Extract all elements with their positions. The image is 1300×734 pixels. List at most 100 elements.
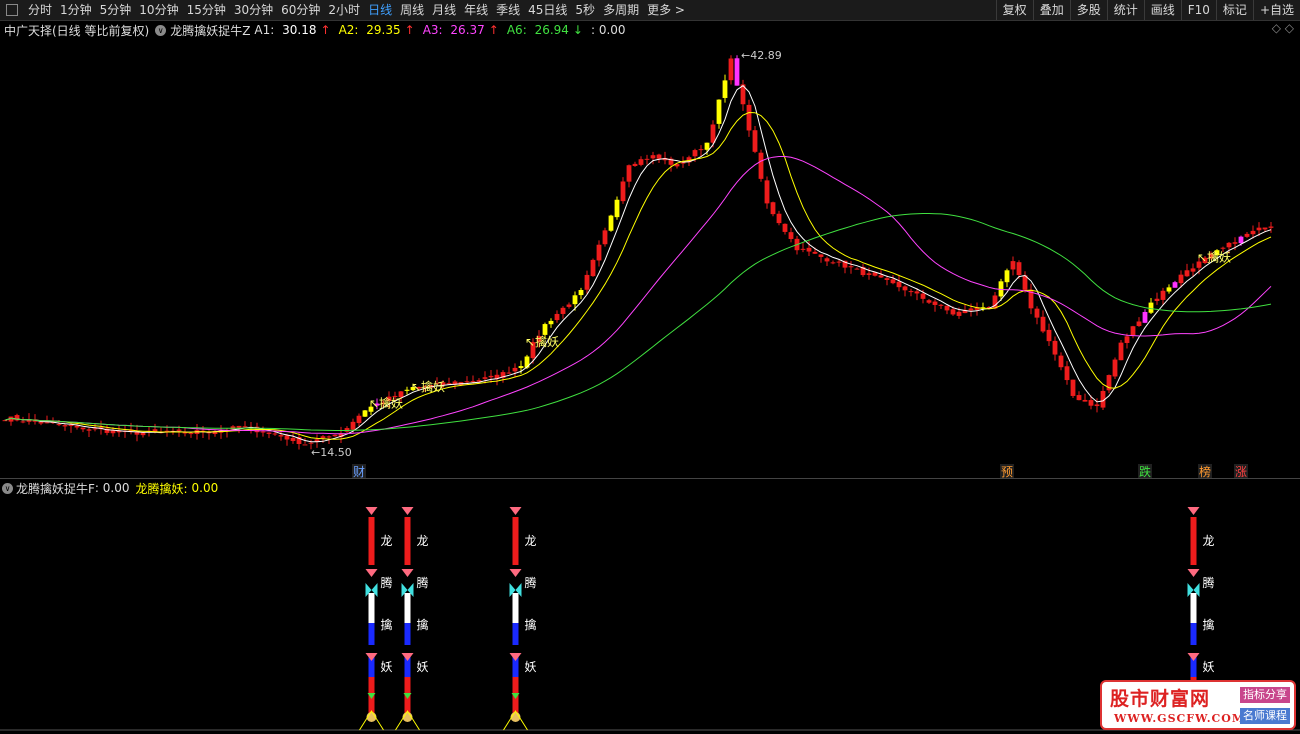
candle (1076, 391, 1082, 401)
period-tab[interactable]: 5分钟 (96, 0, 136, 20)
candle (608, 214, 614, 232)
candle (554, 310, 560, 323)
candle-body (908, 291, 914, 293)
candle (1064, 361, 1070, 385)
period-tab[interactable]: 日线 (364, 0, 396, 20)
candle (644, 154, 650, 165)
candle-body (506, 372, 512, 374)
signal-bar-blue (368, 623, 375, 645)
signal-char: 龙 (525, 534, 537, 548)
candle-body (680, 162, 686, 164)
candle-body (788, 232, 794, 239)
candle (632, 161, 638, 167)
candle (332, 434, 338, 437)
candle (620, 177, 626, 204)
diamond-icon (365, 653, 378, 661)
period-tab[interactable]: 1分钟 (56, 0, 96, 20)
candle (1046, 323, 1052, 347)
candle-body (896, 281, 902, 288)
candle (290, 433, 296, 444)
diamond-icon (1187, 569, 1200, 577)
candle-body (1160, 290, 1166, 300)
signal-char: 腾 (417, 575, 429, 590)
candle (1142, 309, 1148, 324)
candle-body (542, 324, 548, 335)
candle-body (554, 313, 560, 321)
panel-divider[interactable] (0, 478, 1300, 479)
indicator-settings-icon[interactable]: ∨ (155, 24, 167, 36)
candle-body (932, 301, 938, 305)
toolbar-button[interactable]: +自选 (1252, 0, 1300, 20)
period-tab[interactable]: 30分钟 (230, 0, 277, 20)
candle-body (1238, 236, 1244, 244)
candle-body (1124, 336, 1130, 343)
diamond-icon (401, 507, 414, 515)
period-tab[interactable]: 5秒 (571, 0, 599, 20)
toolbar-button[interactable]: 多股 (1069, 0, 1107, 20)
period-tabs: 分时 1分钟 5分钟 10分钟 15分钟 30分钟 60分钟 2小时 日线 周线 月线 年线 季线 45日… (24, 0, 689, 20)
candle-body (326, 436, 332, 438)
signal-char: 擒 (525, 617, 537, 632)
candle-body (776, 213, 782, 224)
period-tab[interactable]: 更多 > (643, 0, 689, 20)
period-tab[interactable]: 15分钟 (183, 0, 230, 20)
candle (488, 369, 494, 383)
toolbar-button[interactable]: 标记 (1215, 0, 1253, 20)
candle (122, 425, 128, 438)
candle-body (242, 426, 248, 428)
candle-body (1130, 326, 1136, 336)
period-tab[interactable]: 周线 (396, 0, 428, 20)
candle (902, 285, 908, 297)
period-tab[interactable]: 多周期 (599, 0, 643, 20)
signal-char: 腾 (525, 575, 537, 590)
toolbar-button[interactable]: F10 (1180, 0, 1216, 20)
candle (764, 176, 770, 209)
candle (446, 377, 452, 385)
candle-body (266, 432, 272, 434)
period-tab[interactable]: 月线 (428, 0, 460, 20)
event-marker: 跌 (1138, 464, 1152, 478)
candle-body (62, 425, 68, 427)
candle (1160, 287, 1166, 305)
candle-body (926, 300, 932, 303)
candle (830, 260, 836, 265)
toolbar-button[interactable]: 统计 (1106, 0, 1144, 20)
candle-body (1232, 242, 1238, 244)
candle (1004, 268, 1010, 288)
period-tab[interactable]: 年线 (460, 0, 492, 20)
period-tab[interactable]: 10分钟 (135, 0, 182, 20)
candlestick-chart[interactable]: ←42.89 ←14.50 ↖擒妖 ↖擒妖 ↖擒妖 ↖擒妖财 预 跌 榜 涨 (0, 40, 1300, 478)
candle (482, 371, 488, 384)
candle (1082, 393, 1088, 402)
candle-body (1190, 268, 1196, 272)
candle (752, 125, 758, 154)
candle-body (80, 427, 86, 430)
period-tab[interactable]: 60分钟 (277, 0, 324, 20)
period-tab[interactable]: 分时 (24, 0, 56, 20)
toolbar-button[interactable]: 复权 (995, 0, 1033, 20)
sub-indicator-settings-icon[interactable]: ∨ (2, 482, 13, 494)
candle-body (2, 420, 8, 422)
period-tab[interactable]: 45日线 (524, 0, 571, 20)
period-tab[interactable]: 2小时 (324, 0, 364, 20)
indicator-name: 龙腾擒妖捉牛Z (170, 23, 251, 38)
chart-options-icons[interactable]: ◇ ◇ (1272, 21, 1294, 35)
toolbar-button[interactable]: 叠加 (1032, 0, 1070, 20)
sub-series-label: 龙腾擒妖: (135, 481, 188, 496)
candle-body (614, 199, 620, 218)
candle (626, 164, 632, 188)
candle-body (656, 154, 662, 159)
diamond-icon (401, 569, 414, 577)
candle (896, 274, 902, 292)
candle (1118, 339, 1124, 361)
candle (938, 303, 944, 310)
candle-body (44, 422, 50, 424)
watermark-url: WWW.GSCFW.COM (1114, 712, 1246, 725)
candle-body (572, 295, 578, 305)
toolbar-button[interactable]: 画线 (1143, 0, 1181, 20)
period-tab[interactable]: 季线 (492, 0, 524, 20)
candle-body (716, 99, 722, 124)
candle (590, 258, 596, 277)
candle (266, 432, 272, 439)
panel-toggle-icon[interactable] (6, 4, 18, 16)
